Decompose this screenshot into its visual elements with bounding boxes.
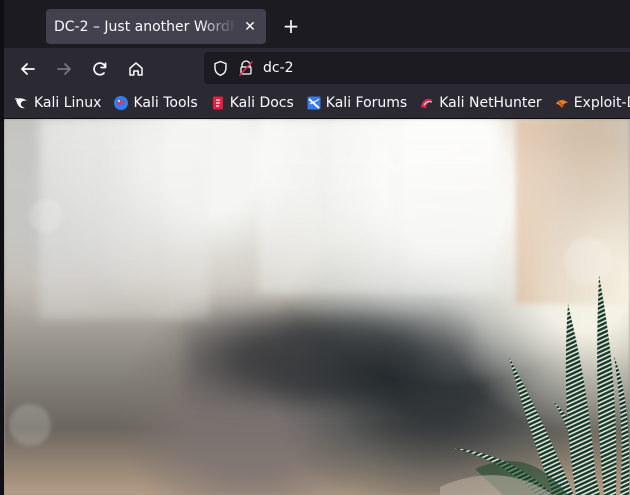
forward-button[interactable] bbox=[50, 55, 78, 83]
reload-icon bbox=[93, 62, 107, 76]
reload-button[interactable] bbox=[86, 55, 114, 83]
kali-tools-icon bbox=[113, 95, 129, 111]
bookmark-label: Kali NetHunter bbox=[439, 95, 542, 111]
blurred-window-left bbox=[39, 119, 209, 319]
bookmark-kali-forums[interactable]: Kali Forums bbox=[306, 91, 413, 115]
bookmark-kali-docs[interactable]: Kali Docs bbox=[210, 91, 300, 115]
back-button[interactable] bbox=[14, 55, 42, 83]
home-button[interactable] bbox=[122, 55, 150, 83]
home-icon bbox=[129, 62, 143, 76]
address-bar[interactable]: dc-2 bbox=[204, 52, 630, 84]
kali-dragon-icon bbox=[14, 95, 30, 111]
website-hero-image bbox=[4, 119, 630, 495]
bookmarks-toolbar: Kali Linux Kali Tools Kali Docs Kali For… bbox=[4, 88, 630, 119]
kali-forums-icon bbox=[306, 95, 322, 111]
bookmark-label: Kali Docs bbox=[229, 95, 294, 111]
bookmark-label: Kali Forums bbox=[325, 95, 408, 111]
bookmark-kali-tools[interactable]: Kali Tools bbox=[113, 91, 203, 115]
bookmark-kali-linux[interactable]: Kali Linux bbox=[14, 91, 107, 115]
bookmark-kali-nethunter[interactable]: Kali NetHunter bbox=[419, 91, 547, 115]
kali-nethunter-icon bbox=[419, 95, 435, 111]
new-tab-button[interactable]: + bbox=[278, 13, 304, 39]
navigation-toolbar: dc-2 bbox=[4, 48, 630, 88]
bookmark-label: Kali Tools bbox=[133, 95, 198, 111]
insecure-lock-icon[interactable] bbox=[237, 59, 255, 77]
bookmark-exploit-db[interactable]: Exploit-DB bbox=[554, 91, 630, 115]
browser-window: DC-2 – Just another WordPress site ✕ + bbox=[0, 0, 630, 495]
kali-docs-icon bbox=[210, 95, 226, 111]
succulent-plant bbox=[440, 275, 630, 495]
bookmark-label: Exploit-DB bbox=[573, 95, 630, 111]
url-text[interactable]: dc-2 bbox=[263, 60, 294, 76]
bokeh-light bbox=[9, 404, 51, 446]
active-tab[interactable]: DC-2 – Just another WordPress site ✕ bbox=[46, 9, 266, 44]
bookmark-label: Kali Linux bbox=[34, 95, 102, 111]
tab-title: DC-2 – Just another WordPress site bbox=[54, 18, 236, 35]
bokeh-light bbox=[29, 199, 63, 233]
close-icon[interactable]: ✕ bbox=[242, 19, 258, 35]
arrow-left-icon bbox=[21, 63, 35, 75]
blurred-desk-shadow bbox=[184, 309, 474, 409]
tab-strip: DC-2 – Just another WordPress site ✕ + bbox=[4, 0, 630, 48]
arrow-right-icon bbox=[57, 63, 71, 75]
shield-icon[interactable] bbox=[212, 60, 229, 77]
exploit-db-icon bbox=[554, 95, 570, 111]
